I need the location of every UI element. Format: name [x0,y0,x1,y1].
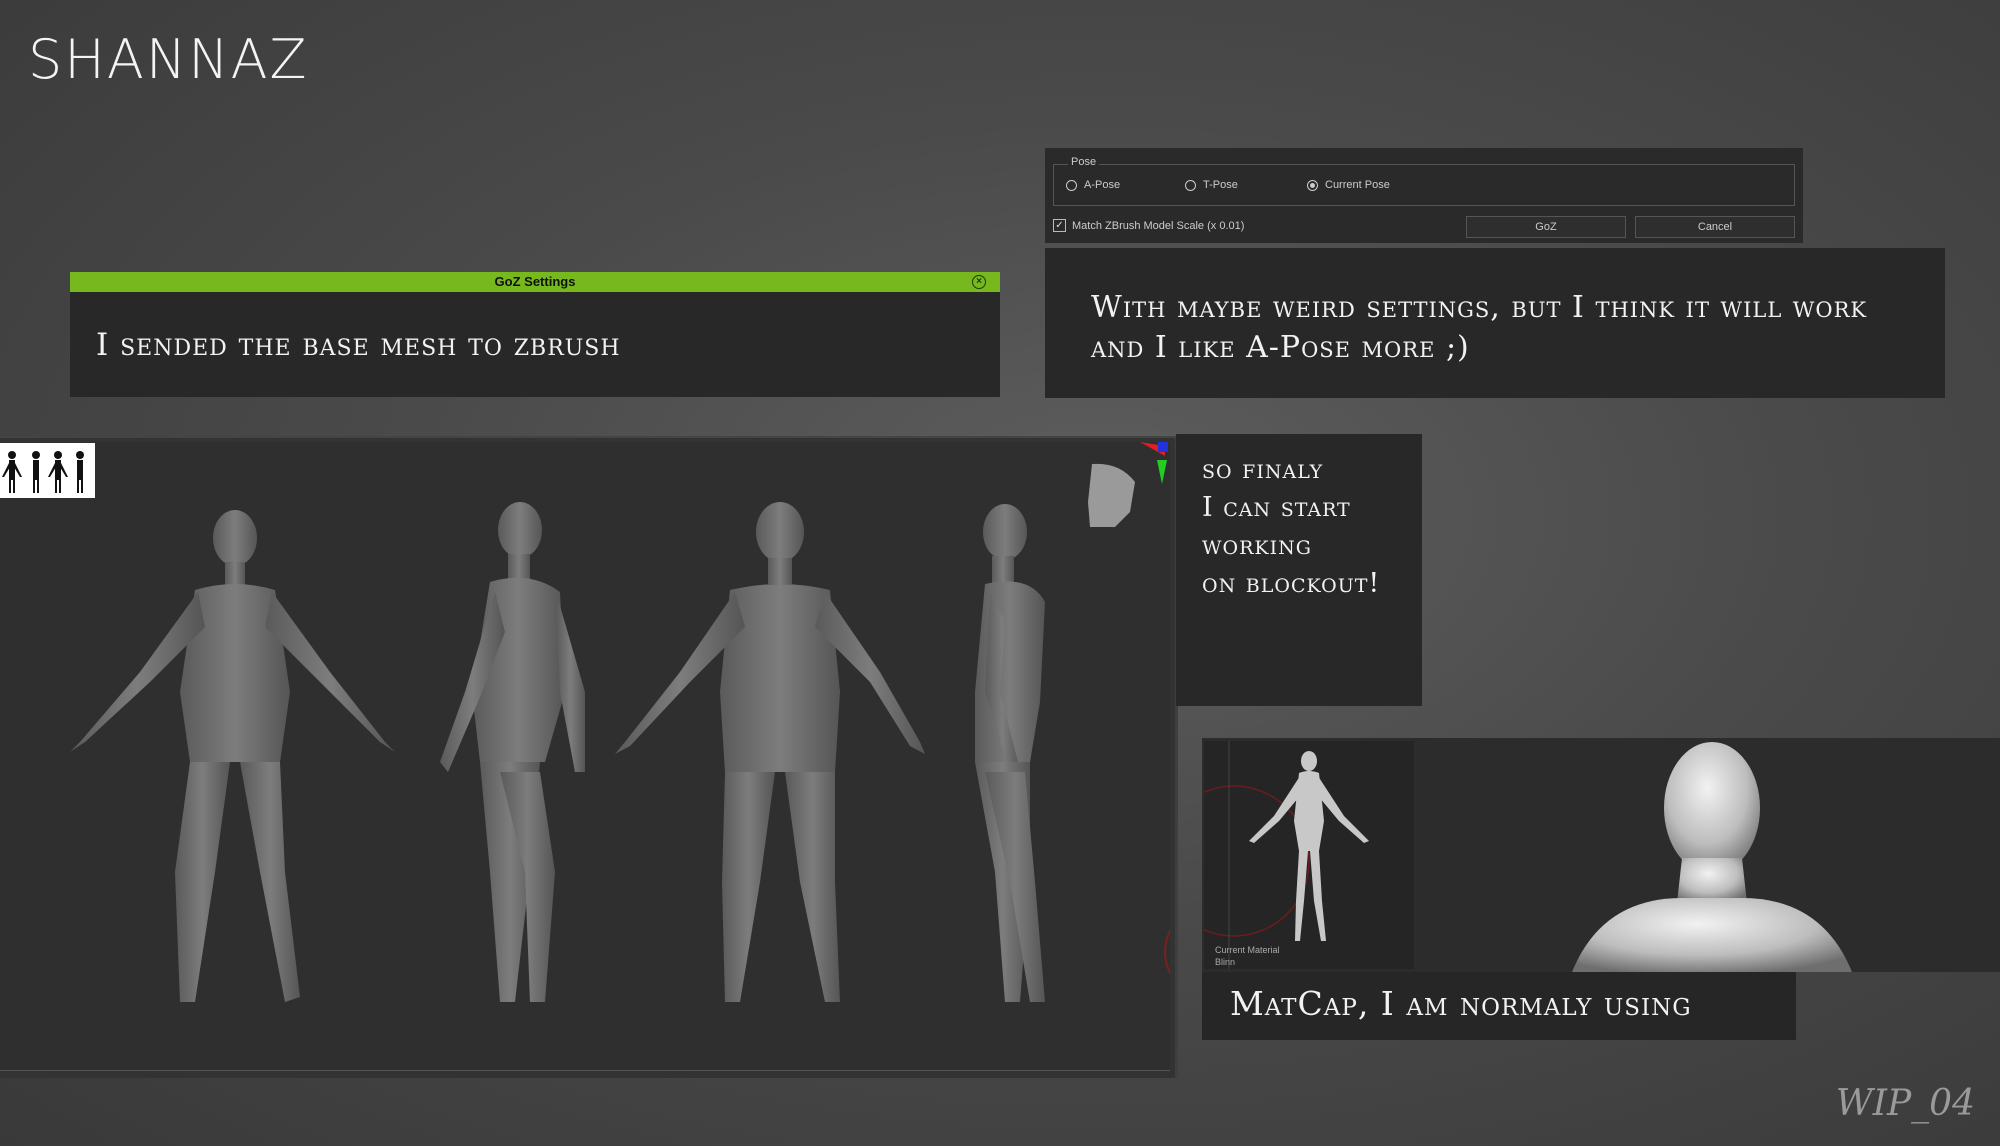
match-scale-option[interactable]: ✓ Match ZBrush Model Scale (x 0.01) [1053,219,1244,232]
brand-title: SHANNAZ [28,28,309,91]
goz-settings-panel: GoZ Settings × I sended the base mesh to… [70,272,1000,397]
zbrush-viewport[interactable] [0,436,1256,1078]
viewport-canvas[interactable] [0,442,1256,1071]
pose-note-line2: and I like A-Pose more ;) [1091,330,1470,365]
brush-cursor-ring [1164,906,1256,998]
blockout-note-line2: I can start [1202,492,1351,523]
pose-group: Pose A-Pose T-Pose Current Pose [1053,156,1795,206]
view-navigation-head-icon[interactable] [1088,442,1168,527]
base-mesh-figures [70,442,1256,1002]
figure-side-right [975,504,1045,1002]
blockout-note-line3: working [1202,530,1312,561]
radio-current-pose-circle[interactable] [1307,179,1318,191]
blockout-note-line4: on blockout! [1202,568,1381,599]
material-preview-figure [1158,741,1369,969]
radio-a-pose-circle[interactable] [1066,179,1077,191]
figure-side [440,502,585,1002]
goz-note: I sended the base mesh to zbrush [96,327,621,363]
match-scale-label: Match ZBrush Model Scale (x 0.01) [1072,219,1245,232]
current-material-label: Current Material [1215,945,1280,955]
pose-note-line1: With maybe weird settings, but I think i… [1091,290,1868,325]
goz-title: GoZ Settings [494,274,576,289]
blockout-note-line1: so finaly [1202,454,1324,485]
matcap-note-text: MatCap, I am normaly using [1230,984,1692,1023]
material-name: Blinn [1215,957,1236,967]
silhouettes-icon [2,451,84,493]
figure-back [615,502,925,1002]
goz-button[interactable]: GoZ [1466,216,1626,238]
matcap-note-panel: MatCap, I am normaly using [1202,972,1796,1040]
radio-current-pose[interactable]: Current Pose [1307,179,1390,191]
radio-t-pose-circle[interactable] [1185,179,1196,191]
goz-title-bar: GoZ Settings × [70,272,1000,292]
figure-front [70,510,395,1002]
pose-note-panel: With maybe weird settings, but I think i… [1045,248,1945,398]
matcap-preview-panel: Current Material Blinn [1158,738,2000,972]
pose-reference-thumbnails [0,443,95,498]
pose-dialog: Pose A-Pose T-Pose Current Pose ✓ Match … [1045,148,1803,243]
radio-t-pose[interactable]: T-Pose [1185,179,1238,191]
wip-watermark: WIP_04 [1835,1083,1975,1124]
radio-a-pose[interactable]: A-Pose [1066,179,1120,191]
close-icon[interactable]: × [972,275,986,289]
pose-group-label: Pose [1068,156,1100,168]
cancel-button[interactable]: Cancel [1635,216,1795,238]
checkbox-icon[interactable]: ✓ [1053,219,1066,232]
material-thumbnail[interactable]: Current Material Blinn [1158,741,1414,969]
matcap-bust-preview [1572,742,1852,972]
blockout-note-panel: so finaly I can start working on blockou… [1176,434,1422,706]
